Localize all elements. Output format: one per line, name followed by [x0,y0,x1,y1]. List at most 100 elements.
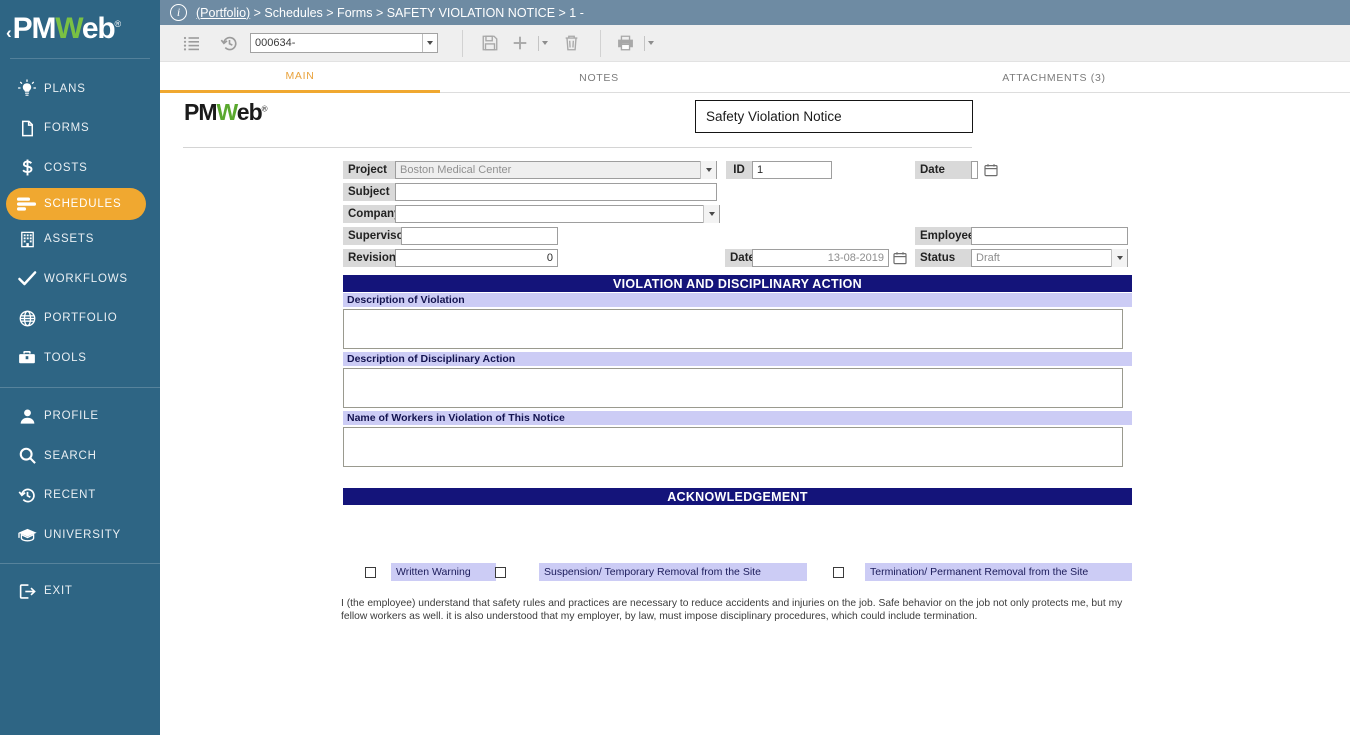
tab-bar: MAIN NOTES ATTACHMENTS (3) [160,62,1350,93]
project-select[interactable]: Boston Medical Center [395,161,717,179]
app-logo[interactable]: ‹ PMWeb® [0,0,160,58]
date-label: Date [725,249,755,267]
calendar-icon[interactable] [893,251,908,266]
checkbox-2[interactable] [833,567,844,578]
workers-textarea[interactable] [343,427,1123,467]
building-icon [10,230,44,249]
id-input[interactable]: 1 [752,161,832,179]
sidebar-item-label: EXIT [44,585,73,598]
sidebar-item-university[interactable]: UNIVERSITY [0,515,160,555]
sidebar-item-forms[interactable]: FORMS [0,109,160,149]
sidebar-item-label: SEARCH [44,449,97,462]
sidebar-item-label: WORKFLOWS [44,272,128,285]
save-button[interactable] [473,28,507,58]
checkbox-label-2: Termination/ Permanent Removal from the … [865,563,1132,581]
record-select[interactable]: 000634- [250,33,438,53]
employee-input[interactable] [971,227,1128,245]
toolbox-icon [10,348,44,367]
checkbox-label-0: Written Warning [391,563,496,581]
desc-violation-textarea[interactable] [343,309,1123,349]
supervisor-input[interactable] [401,227,558,245]
toolbar-divider-1 [462,29,463,57]
form-main-panel: PMWeb® Safety Violation Notice Project B… [160,93,1350,735]
supervisor-label: Supervisor [343,227,408,245]
project-label: Project [343,161,395,179]
tab-label: NOTES [579,71,619,84]
sidebar-item-label: COSTS [44,161,88,174]
desc-violation-label: Description of Violation [343,293,1132,307]
checkbox-1[interactable] [495,567,506,578]
sidebar-item-label: RECENT [44,489,97,502]
form-header-rule [183,147,972,148]
tab-label: ATTACHMENTS (3) [1002,71,1106,84]
person-icon [10,407,44,426]
print-dropdown-button[interactable] [639,35,654,51]
globe-icon [10,309,44,328]
form-title: Safety Violation Notice [695,100,973,133]
revision-input[interactable]: 0 [395,249,558,267]
search-icon [10,446,44,465]
date-input[interactable]: 13-08-2019 [752,249,889,267]
project-dropdown-arrow-icon[interactable] [700,161,716,179]
exit-icon [10,582,44,601]
add-button[interactable] [507,28,533,58]
sidebar-item-search[interactable]: SEARCH [0,436,160,476]
history-icon[interactable] [212,28,246,58]
sidebar-item-tools[interactable]: TOOLS [0,338,160,378]
desc-action-textarea[interactable] [343,368,1123,408]
sidebar-divider [0,562,160,564]
sidebar-item-plans[interactable]: PLANS [0,69,160,109]
sidebar-item-label: TOOLS [44,351,87,364]
print-button[interactable] [611,28,639,58]
sidebar-item-portfolio[interactable]: PORTFOLIO [0,299,160,339]
checkbox-0[interactable] [365,567,376,578]
sidebar-item-label: SCHEDULES [44,197,122,210]
supervisor-row: Supervisor [343,227,558,245]
sidebar-item-recent[interactable]: RECENT [0,476,160,516]
subject-input[interactable] [395,183,717,201]
violation-section-header: VIOLATION AND DISCIPLINARY ACTION [343,275,1132,292]
acknowledgement-header: ACKNOWLEDGEMENT [343,488,1132,505]
status-row: Status Draft [915,249,1128,267]
tab-notes[interactable]: NOTES [440,62,758,93]
company-select[interactable] [395,205,720,223]
checkmark-icon [10,269,44,288]
tab-attachments[interactable]: ATTACHMENTS (3) [758,62,1350,93]
calendar-icon[interactable] [984,163,999,178]
date-top-input[interactable] [971,161,978,179]
lightbulb-icon [10,79,44,99]
sidebar-item-exit[interactable]: EXIT [0,572,160,612]
employee-row: Employee [915,227,1128,245]
sidebar-item-assets[interactable]: ASSETS [0,220,160,260]
sidebar-item-costs[interactable]: COSTS [0,148,160,188]
sidebar-nav-list: PLANS FORMS COSTS SCHEDULES ASSETS WORKFLOWS P… [0,69,160,611]
sidebar-item-label: PORTFOLIO [44,312,118,325]
collapse-chevron-icon[interactable]: ‹ [6,24,12,41]
company-dropdown-arrow-icon[interactable] [703,205,719,223]
date-top-label: Date [915,161,971,179]
add-dropdown-button[interactable] [533,35,548,51]
status-dropdown-arrow-icon[interactable] [1111,249,1127,267]
workers-label: Name of Workers in Violation of This Not… [343,411,1132,425]
info-icon[interactable]: i [170,4,187,21]
record-select-value: 000634- [255,37,296,49]
disciplinary-action-checkbox-row: Written Warning Suspension/ Temporary Rem… [343,563,1132,581]
status-select[interactable]: Draft [971,249,1128,267]
delete-button[interactable] [554,28,588,58]
sidebar-item-schedules[interactable]: SCHEDULES [6,187,146,220]
dollar-icon [10,158,44,177]
desc-action-label: Description of Disciplinary Action [343,352,1132,366]
breadcrumb-path: > Schedules > Forms > SAFETY VIOLATION N… [250,5,584,20]
status-value: Draft [976,252,1000,264]
sidebar-item-profile[interactable]: PROFILE [0,397,160,437]
project-row: Project Boston Medical Center ID 1 [343,161,832,179]
company-label: Company [343,205,400,223]
breadcrumb-bar: i (Portfolio) > Schedules > Forms > SAFE… [160,0,1350,25]
sidebar-item-workflows[interactable]: WORKFLOWS [0,259,160,299]
employee-label: Employee [915,227,974,245]
record-select-arrow-icon[interactable] [422,34,437,52]
checkbox-label-1: Suspension/ Temporary Removal from the S… [539,563,807,581]
list-icon[interactable] [174,28,208,58]
tab-main[interactable]: MAIN [160,62,440,93]
breadcrumb-portfolio-link[interactable]: (Portfolio) [196,6,250,20]
